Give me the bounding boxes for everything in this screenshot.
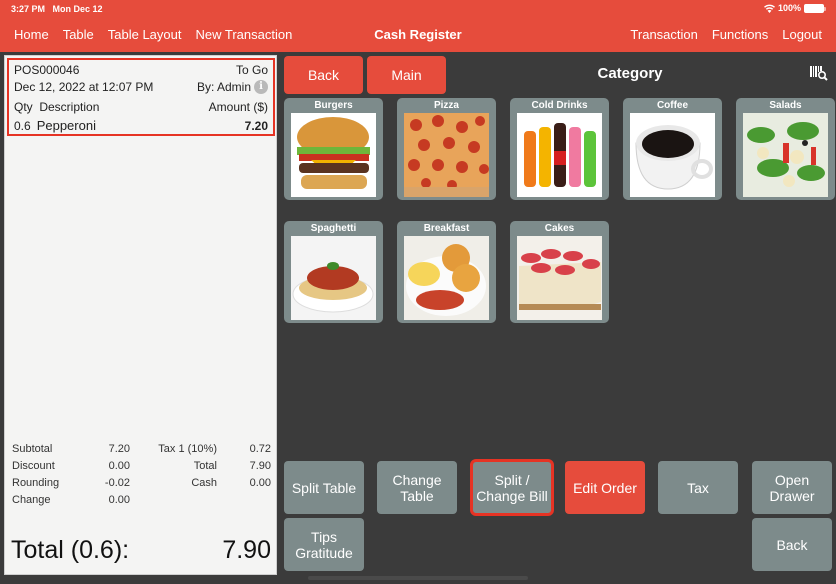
order-row: POS000046 To Go	[14, 63, 268, 77]
tax-button[interactable]: Tax	[658, 461, 738, 514]
totals-row: Subtotal 7.20 Tax 1 (10%) 0.72	[12, 443, 271, 460]
category-breakfast[interactable]: Breakfast	[397, 221, 496, 323]
description-header: Description	[39, 100, 100, 114]
cash-value: 0.00	[249, 477, 271, 489]
rounding-label: Rounding	[12, 477, 60, 489]
subtotal-value: 7.20	[108, 443, 130, 455]
category-label: Salads	[769, 100, 802, 111]
category-cakes[interactable]: Cakes	[510, 221, 609, 323]
nav-transaction[interactable]: Transaction	[630, 27, 697, 42]
order-type: To Go	[235, 63, 268, 77]
back-button[interactable]: Back	[284, 56, 363, 94]
category-label: Coffee	[656, 100, 689, 111]
nav-bar: Home Table Table Layout New Transaction …	[0, 18, 836, 52]
category-burgers[interactable]: Burgers	[284, 98, 383, 200]
totals-row: Change 0.00	[12, 494, 271, 511]
subtotal-label: Subtotal	[12, 443, 53, 455]
category-title: Category	[597, 65, 663, 82]
category-salads[interactable]: Salads	[736, 98, 835, 200]
category-label: Breakfast	[423, 223, 470, 234]
category-cold-drinks[interactable]: Cold Drinks	[510, 98, 609, 200]
home-indicator[interactable]	[308, 576, 528, 580]
barcode-search-icon[interactable]	[810, 65, 828, 81]
order-datetime: Dec 12, 2022 at 12:07 PM	[14, 80, 154, 94]
category-label: Cold Drinks	[531, 100, 588, 111]
status-right: 100%	[763, 3, 826, 13]
change-label: Change	[12, 494, 51, 506]
category-label: Burgers	[314, 100, 353, 111]
category-label: Pizza	[433, 100, 459, 111]
discount-label: Discount	[12, 460, 55, 472]
cakes-image	[517, 236, 602, 320]
cold-drinks-image	[517, 113, 602, 197]
status-time: 3:27 PM Mon Dec 12	[11, 4, 103, 14]
grand-total: Total (0.6): 7.90	[11, 536, 271, 565]
category-label: Cakes	[544, 223, 575, 234]
back-action-button[interactable]: Back	[752, 518, 832, 571]
category-label: Spaghetti	[310, 223, 357, 234]
tax-value: 0.72	[249, 443, 271, 455]
info-icon[interactable]: i	[254, 80, 268, 94]
line-item[interactable]: 0.6 Pepperoni 7.20	[14, 118, 268, 133]
tips-gratitude-button[interactable]: Tips Gratitude	[284, 518, 364, 571]
burger-image	[291, 113, 376, 197]
status-bar: 3:27 PM Mon Dec 12 100%	[0, 0, 836, 18]
coffee-image	[630, 113, 715, 197]
grand-total-label: Total (0.6):	[11, 536, 130, 564]
totals-row: Rounding -0.02 Cash 0.00	[12, 477, 271, 494]
salads-image	[743, 113, 828, 197]
open-drawer-button[interactable]: Open Drawer	[752, 461, 832, 514]
page-title: Cash Register	[374, 27, 462, 42]
discount-value: 0.00	[108, 460, 130, 472]
breakfast-image	[404, 236, 489, 320]
nav-functions[interactable]: Functions	[712, 27, 768, 42]
tax-label: Tax 1 (10%)	[158, 443, 217, 455]
totals-block: Subtotal 7.20 Tax 1 (10%) 0.72 Discount …	[12, 443, 271, 511]
category-spaghetti[interactable]: Spaghetti	[284, 221, 383, 323]
receipt-header[interactable]: POS000046 To Go Dec 12, 2022 at 12:07 PM…	[7, 58, 275, 136]
item-qty: 0.6	[14, 119, 31, 133]
qty-header: Qty	[14, 100, 33, 114]
nav-table[interactable]: Table	[63, 27, 94, 42]
nav-home[interactable]: Home	[14, 27, 49, 42]
total-value: 7.90	[249, 460, 271, 472]
nav-logout[interactable]: Logout	[782, 27, 822, 42]
item-amount: 7.20	[244, 118, 268, 133]
category-coffee[interactable]: Coffee	[623, 98, 722, 200]
total-label: Total	[193, 460, 217, 472]
column-headers: Qty Description Amount ($)	[14, 100, 268, 114]
battery-icon	[804, 3, 826, 13]
main-button[interactable]: Main	[367, 56, 446, 94]
change-table-button[interactable]: Change Table	[377, 461, 457, 514]
item-description: Pepperoni	[36, 118, 96, 133]
amount-header: Amount ($)	[208, 100, 268, 114]
change-value: 0.00	[108, 494, 130, 506]
edit-order-button[interactable]: Edit Order	[565, 461, 645, 514]
rounding-value: -0.02	[104, 477, 130, 489]
receipt-panel: POS000046 To Go Dec 12, 2022 at 12:07 PM…	[4, 55, 277, 575]
grand-total-value: 7.90	[222, 536, 271, 564]
nav-table-layout[interactable]: Table Layout	[108, 27, 182, 42]
totals-row: Discount 0.00 Total 7.90	[12, 460, 271, 477]
order-number: POS000046	[14, 63, 80, 77]
spaghetti-image	[291, 236, 376, 320]
battery-percent: 100%	[777, 3, 801, 13]
category-pizza[interactable]: Pizza	[397, 98, 496, 200]
datetime-row: Dec 12, 2022 at 12:07 PM By: Admin i	[14, 80, 268, 94]
nav-new-transaction[interactable]: New Transaction	[196, 27, 293, 42]
cash-label: Cash	[191, 477, 217, 489]
order-by: By: Admin	[196, 80, 251, 94]
pizza-image	[404, 113, 489, 197]
wifi-icon	[763, 4, 775, 13]
split-table-button[interactable]: Split Table	[284, 461, 364, 514]
split-change-bill-button[interactable]: Split / Change Bill	[470, 459, 554, 516]
